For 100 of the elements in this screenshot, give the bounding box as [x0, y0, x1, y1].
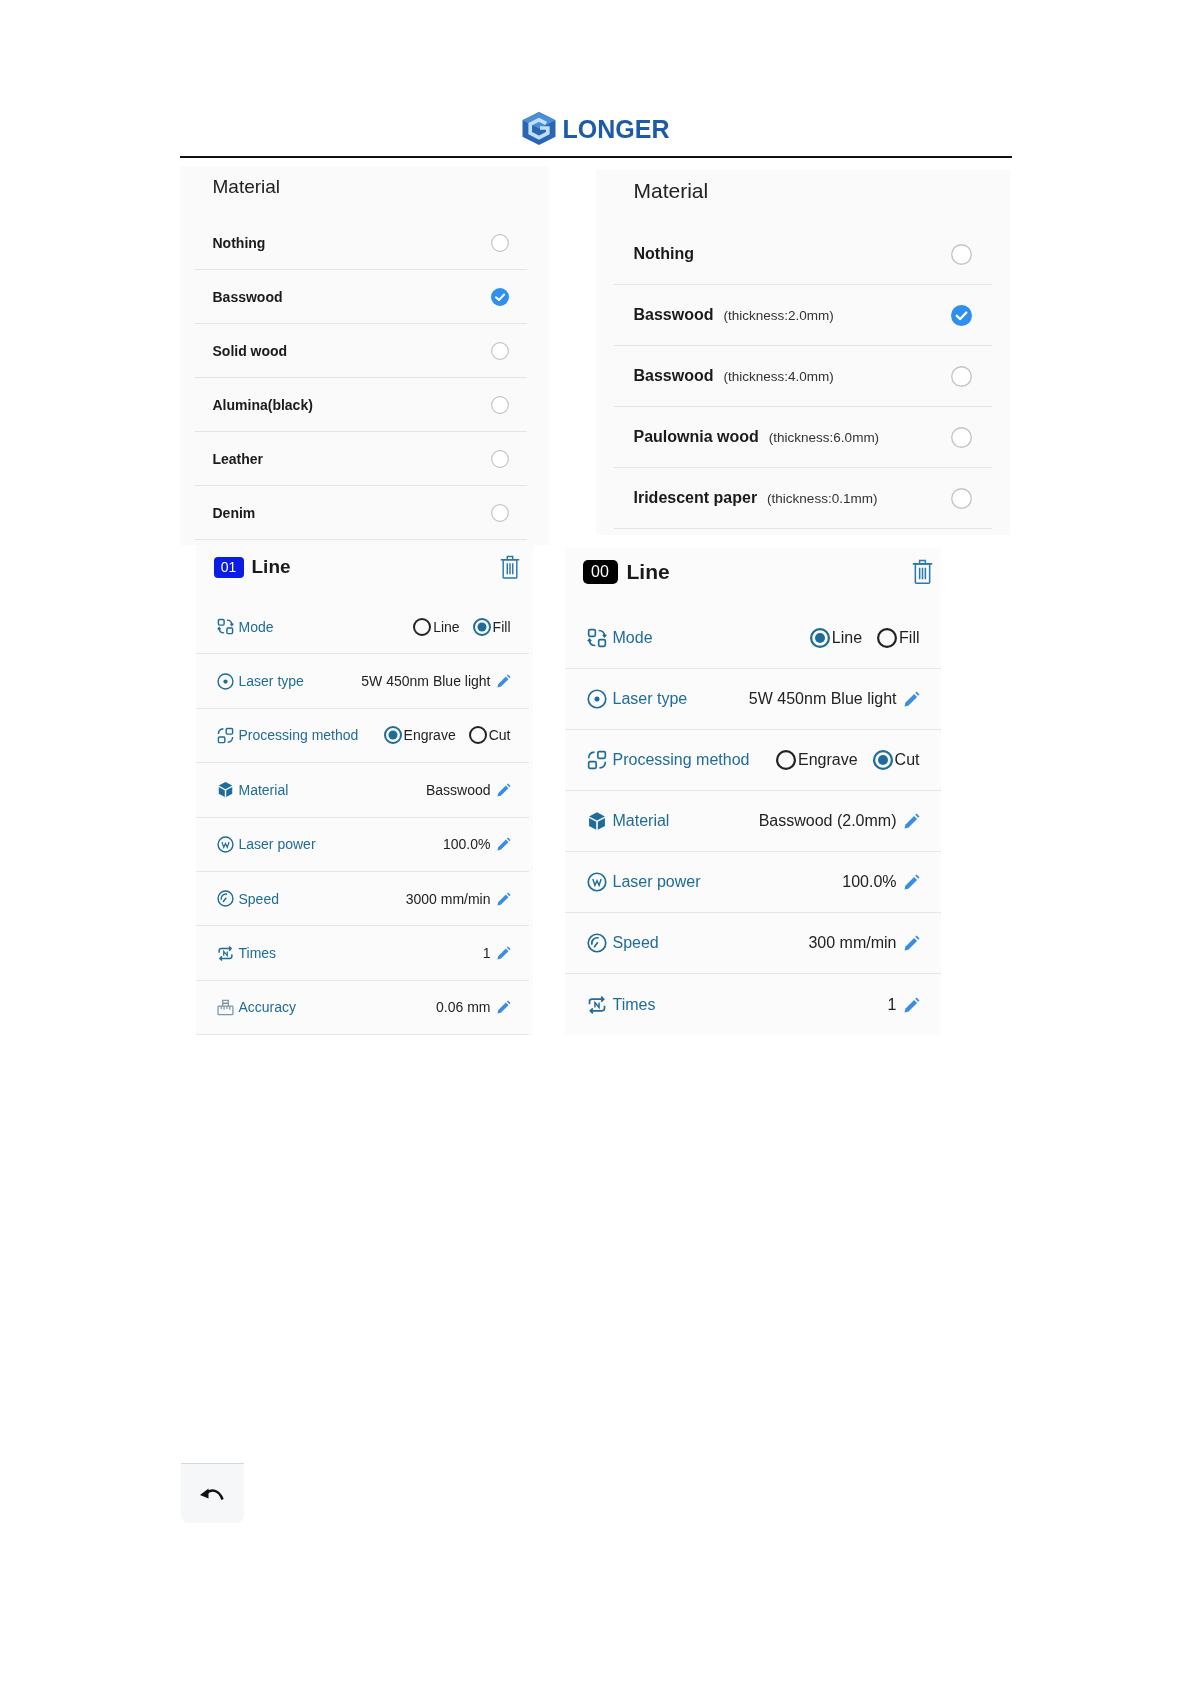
gauge-icon [586, 933, 607, 953]
cube-icon [586, 811, 607, 831]
material-thickness: (thickness:2.0mm) [723, 307, 834, 323]
check-circle-icon[interactable] [490, 287, 509, 306]
setting-value: 1 [482, 945, 491, 962]
repeat-icon [586, 994, 607, 1015]
pencil-icon[interactable] [496, 891, 511, 906]
layer-number-badge: 01 [213, 556, 244, 578]
ruler-icon [216, 998, 234, 1016]
radio-option[interactable]: Fill [472, 617, 511, 636]
setting-label: Times [238, 945, 277, 962]
material-name: Leather [212, 450, 264, 467]
pencil-icon[interactable] [496, 1000, 511, 1015]
squares-arcs-icon [586, 750, 607, 770]
trash-icon[interactable] [911, 558, 933, 585]
trash-icon[interactable] [499, 555, 520, 579]
material-option[interactable]: Nothing [194, 216, 527, 270]
gauge-icon [216, 890, 234, 908]
radio-option[interactable]: Engrave [776, 750, 858, 770]
setting-value: Basswood [425, 781, 491, 798]
setting-label: Processing method [238, 727, 359, 744]
setting-label: Speed [612, 934, 659, 952]
pencil-icon[interactable] [903, 874, 920, 890]
layer-title: Line [626, 559, 670, 584]
material-option[interactable]: Iridescent paper (thickness:0.1mm) [613, 468, 992, 529]
pencil-icon[interactable] [903, 691, 920, 707]
setting-label: Material [612, 812, 670, 830]
setting-label: Times [612, 995, 656, 1014]
setting-value: 100.0% [842, 873, 897, 891]
setting-value: 300 mm/min [808, 934, 897, 952]
squares-arrows-icon [586, 628, 607, 648]
pencil-icon[interactable] [496, 946, 511, 961]
material-name: Denim [212, 504, 256, 521]
material-name: Alumina(black) [212, 396, 313, 413]
material-option[interactable]: Basswood (thickness:2.0mm) [613, 285, 992, 346]
material-option[interactable]: Basswood [194, 270, 527, 324]
material-thickness: (thickness:0.1mm) [767, 490, 878, 506]
squares-arrows-icon [216, 618, 234, 636]
panel-title: Material [211, 175, 282, 199]
setting-label: Laser power [612, 873, 701, 891]
radio-option[interactable]: Line [413, 617, 460, 636]
cube-icon [216, 781, 234, 799]
radio-circle-icon[interactable] [950, 365, 972, 387]
material-name: Iridescent paper [633, 489, 758, 507]
radio-option[interactable]: Cut [872, 750, 920, 770]
dot-circle-icon [216, 672, 234, 690]
pencil-icon[interactable] [903, 813, 920, 829]
setting-label: Speed [238, 890, 279, 907]
dot-circle-icon [586, 689, 607, 709]
panel-title: Material [632, 178, 710, 204]
radio-option[interactable]: Line [809, 628, 863, 648]
material-option[interactable]: Basswood (thickness:4.0mm) [613, 346, 992, 407]
material-option[interactable]: Denim [194, 486, 527, 540]
radio-circle-icon[interactable] [490, 503, 509, 522]
radio-circle-icon[interactable] [950, 426, 972, 448]
check-circle-icon[interactable] [950, 304, 972, 326]
setting-label: Processing method [612, 751, 750, 769]
material-option[interactable]: Leather [194, 432, 527, 486]
material-option[interactable]: Nothing [613, 224, 992, 285]
logo-icon [521, 112, 556, 145]
material-name: Basswood [633, 367, 714, 385]
radio-circle-icon[interactable] [950, 243, 972, 265]
undo-icon [200, 1486, 224, 1502]
setting-label: Laser power [238, 836, 316, 853]
material-name: Basswood [633, 306, 714, 324]
pencil-icon[interactable] [496, 674, 511, 689]
material-name: Paulownia wood [633, 428, 759, 446]
setting-value: Basswood (2.0mm) [758, 812, 897, 830]
pencil-icon[interactable] [903, 996, 920, 1013]
setting-value: 1 [887, 995, 897, 1014]
layer-number-badge: 00 [582, 559, 618, 584]
logo-text: LONGER [562, 113, 670, 144]
pencil-icon[interactable] [496, 782, 511, 797]
material-option[interactable]: Alumina(black) [194, 378, 527, 432]
material-name: Basswood [212, 288, 283, 305]
setting-value: 5W 450nm Blue light [361, 673, 491, 690]
squares-arcs-icon [216, 726, 234, 744]
radio-circle-icon[interactable] [490, 341, 509, 360]
setting-label: Accuracy [238, 999, 297, 1016]
undo-button[interactable] [180, 1463, 244, 1524]
radio-option[interactable]: Engrave [383, 726, 456, 745]
setting-label: Laser type [238, 673, 304, 690]
radio-option[interactable]: Fill [877, 628, 920, 648]
material-name: Solid wood [212, 342, 288, 359]
radio-circle-icon[interactable] [490, 449, 509, 468]
radio-option[interactable]: Cut [468, 726, 511, 745]
pencil-icon[interactable] [496, 837, 511, 852]
material-name: Nothing [212, 234, 266, 251]
radio-circle-icon[interactable] [490, 233, 509, 252]
material-option[interactable]: Paulownia wood (thickness:6.0mm) [613, 407, 992, 468]
radio-circle-icon[interactable] [490, 395, 509, 414]
setting-value: 5W 450nm Blue light [748, 690, 897, 708]
radio-circle-icon[interactable] [950, 487, 972, 509]
pencil-icon[interactable] [903, 935, 920, 951]
material-thickness: (thickness:6.0mm) [768, 429, 880, 445]
setting-value: 100.0% [443, 836, 491, 853]
layer-title: Line [251, 556, 291, 578]
repeat-icon [216, 944, 234, 962]
setting-value: 3000 mm/min [405, 890, 491, 907]
material-option[interactable]: Solid wood [194, 324, 527, 378]
